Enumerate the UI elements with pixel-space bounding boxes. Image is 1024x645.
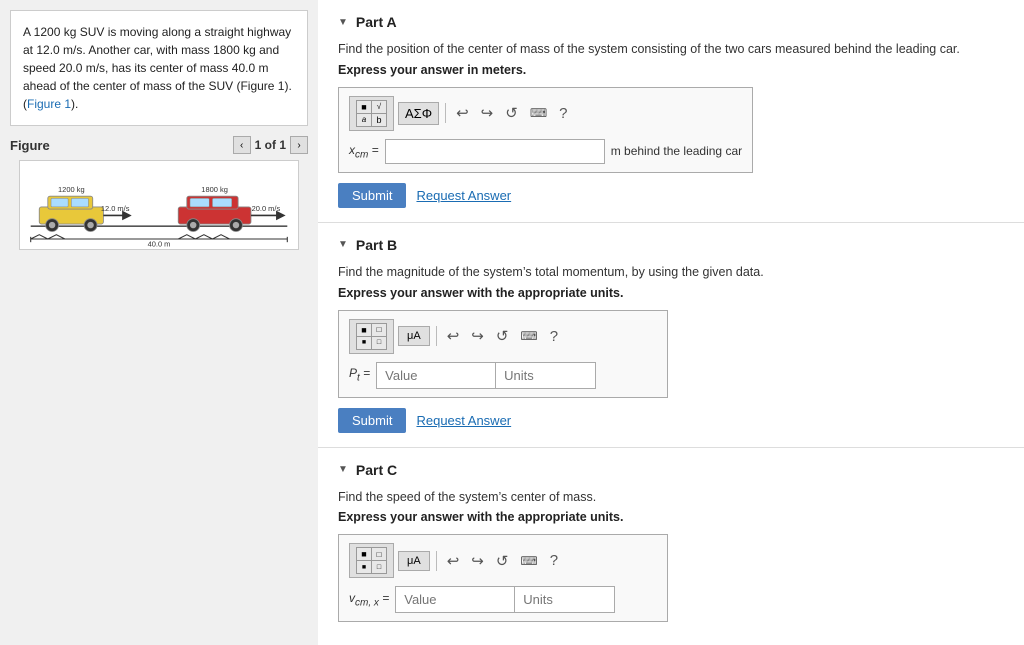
part-c-refresh-button[interactable]: ↺: [492, 550, 513, 572]
toolbar-separator-c1: [436, 551, 437, 571]
part-b-actions: Submit Request Answer: [338, 408, 1004, 433]
figure-link[interactable]: Figure 1: [27, 97, 71, 111]
part-a-submit-button[interactable]: Submit: [338, 183, 406, 208]
part-b-collapse-arrow[interactable]: ▼: [338, 239, 348, 250]
part-b-label: Part B: [356, 237, 397, 253]
figure-nav: ‹ 1 of 1 ›: [233, 136, 308, 154]
part-a-input-container: ■ √ a b ΑΣΦ ↩ ↪ ↺ ⌨ ? xcm = m: [338, 87, 753, 173]
part-a-label: Part A: [356, 14, 397, 30]
figure-label: Figure: [10, 138, 50, 153]
part-c-answer-label: vcm, x =: [349, 591, 389, 608]
part-c-redo-button[interactable]: ↪: [467, 550, 488, 572]
toolbar-separator-1: [445, 103, 446, 123]
part-b-help-button[interactable]: ?: [546, 326, 562, 347]
part-a-request-button[interactable]: Request Answer: [416, 188, 511, 203]
problem-text-box: A 1200 kg SUV is moving along a straight…: [10, 10, 308, 126]
part-c-undo-button[interactable]: ↩: [443, 550, 464, 572]
part-b-symbol-button[interactable]: μA: [398, 326, 430, 346]
part-b-toolbar: ■ □ ■ □ μA ↩ ↪ ↺ ⌨ ?: [349, 319, 657, 354]
part-b-units-input[interactable]: [496, 362, 596, 389]
figure-next-button[interactable]: ›: [290, 136, 308, 154]
part-a-instruction: Find the position of the center of mass …: [338, 40, 1004, 59]
part-c-keyboard-button[interactable]: ⌨: [516, 552, 541, 570]
part-c-input-container: ■ □ ■ □ μA ↩ ↪ ↺ ⌨ ? vcm, x =: [338, 534, 668, 622]
part-c-express: Express your answer with the appropriate…: [338, 510, 1004, 524]
part-a-keyboard-button[interactable]: ⌨: [526, 104, 551, 122]
part-b-header: ▼ Part B: [338, 237, 1004, 253]
part-c-math-button[interactable]: ■ □ ■ □: [349, 543, 394, 578]
part-a-refresh-button[interactable]: ↺: [501, 102, 522, 124]
problem-text: A 1200 kg SUV is moving along a straight…: [23, 25, 292, 93]
part-c-toolbar: ■ □ ■ □ μA ↩ ↪ ↺ ⌨ ?: [349, 543, 657, 578]
part-a-toolbar: ■ √ a b ΑΣΦ ↩ ↪ ↺ ⌨ ?: [349, 96, 742, 131]
part-a-answer-suffix: m behind the leading car: [611, 144, 742, 158]
part-c-header: ▼ Part C: [338, 462, 1004, 478]
part-b-express: Express your answer with the appropriate…: [338, 286, 1004, 300]
part-a-section: ▼ Part A Find the position of the center…: [318, 0, 1024, 223]
part-b-instruction: Find the magnitude of the system’s total…: [338, 263, 1004, 282]
part-a-math-button[interactable]: ■ √ a b: [349, 96, 394, 131]
part-b-undo-button[interactable]: ↩: [443, 325, 464, 347]
svg-text:40.0 m: 40.0 m: [148, 240, 171, 248]
part-c-section: ▼ Part C Find the speed of the system’s …: [318, 448, 1024, 637]
part-b-request-button[interactable]: Request Answer: [416, 413, 511, 428]
part-a-header: ▼ Part A: [338, 14, 1004, 30]
car-scene-svg: 1200 kg 12.0 m/s: [20, 162, 298, 248]
part-a-express: Express your answer in meters.: [338, 63, 1004, 77]
figure-section: Figure ‹ 1 of 1 ›: [10, 136, 308, 250]
part-a-answer-label: xcm =: [349, 143, 379, 160]
left-panel: A 1200 kg SUV is moving along a straight…: [0, 0, 318, 645]
part-a-redo-button[interactable]: ↪: [477, 102, 498, 124]
part-b-answer-row: Pt =: [349, 362, 657, 389]
part-b-redo-button[interactable]: ↪: [467, 325, 488, 347]
part-b-refresh-button[interactable]: ↺: [492, 325, 513, 347]
figure-page: 1 of 1: [255, 138, 286, 152]
part-c-symbol-button[interactable]: μA: [398, 551, 430, 571]
toolbar-separator-b1: [436, 326, 437, 346]
figure-header: Figure ‹ 1 of 1 ›: [10, 136, 308, 154]
figure-prev-button[interactable]: ‹: [233, 136, 251, 154]
svg-text:12.0 m/s: 12.0 m/s: [101, 204, 130, 213]
right-panel: ▼ Part A Find the position of the center…: [318, 0, 1024, 645]
part-c-units-input[interactable]: [515, 586, 615, 613]
part-c-collapse-arrow[interactable]: ▼: [338, 464, 348, 475]
part-b-input-container: ■ □ ■ □ μA ↩ ↪ ↺ ⌨ ? Pt =: [338, 310, 668, 398]
part-c-instruction: Find the speed of the system’s center of…: [338, 488, 1004, 507]
svg-text:1200 kg: 1200 kg: [58, 185, 85, 194]
math-grid-icon: ■ √ a b: [356, 100, 387, 127]
part-a-answer-input[interactable]: [385, 139, 605, 164]
car1-group: 1200 kg 12.0 m/s: [39, 185, 129, 232]
part-b-section: ▼ Part B Find the magnitude of the syste…: [318, 223, 1024, 448]
svg-text:20.0 m/s: 20.0 m/s: [252, 204, 281, 213]
part-b-math-button[interactable]: ■ □ ■ □: [349, 319, 394, 354]
part-b-keyboard-button[interactable]: ⌨: [516, 327, 541, 345]
part-c-answer-row: vcm, x =: [349, 586, 657, 613]
part-c-label: Part C: [356, 462, 397, 478]
part-a-symbol-button[interactable]: ΑΣΦ: [398, 102, 439, 125]
part-c-value-input[interactable]: [395, 586, 515, 613]
figure-image-area: 1200 kg 12.0 m/s: [19, 160, 299, 250]
part-a-actions: Submit Request Answer: [338, 183, 1004, 208]
part-a-help-button[interactable]: ?: [555, 103, 571, 124]
part-b-submit-button[interactable]: Submit: [338, 408, 406, 433]
svg-text:1800 kg: 1800 kg: [201, 185, 228, 194]
part-b-value-input[interactable]: [376, 362, 496, 389]
part-a-collapse-arrow[interactable]: ▼: [338, 17, 348, 28]
car2-group: 1800 kg 20.0 m/s: [178, 185, 281, 232]
part-a-answer-row: xcm = m behind the leading car: [349, 139, 742, 164]
part-b-answer-label: Pt =: [349, 366, 370, 383]
part-c-help-button[interactable]: ?: [546, 550, 562, 571]
part-a-undo-button[interactable]: ↩: [452, 102, 473, 124]
